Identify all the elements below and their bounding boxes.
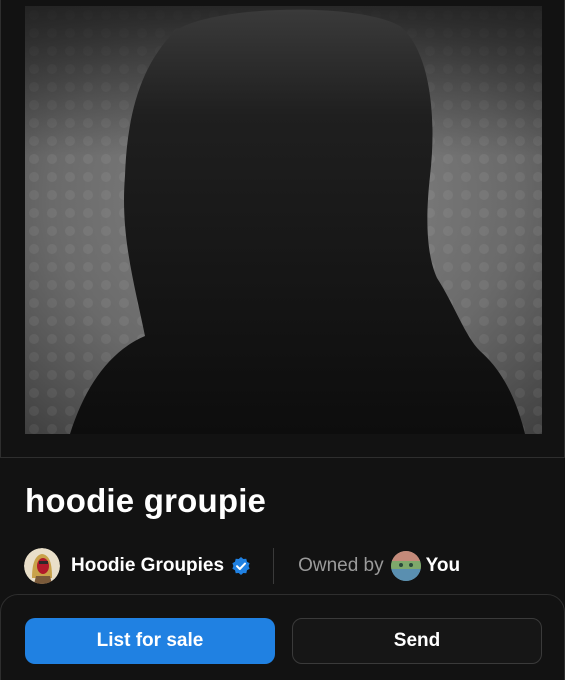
hooded-figure-silhouette-icon: [25, 6, 542, 434]
meta-divider: [273, 548, 275, 584]
owned-by-label: Owned by: [298, 555, 384, 576]
owner-name-link[interactable]: You: [426, 555, 460, 577]
collection-avatar[interactable]: [24, 548, 60, 584]
nft-detail-page: hoodie groupie Hoodie Groupies Owned by: [0, 0, 565, 680]
list-for-sale-button[interactable]: List for sale: [25, 618, 275, 664]
nft-title: hoodie groupie: [25, 482, 267, 519]
collection-name-link[interactable]: Hoodie Groupies: [71, 555, 224, 577]
nft-media-frame: [0, 0, 565, 458]
owner-avatar[interactable]: [390, 551, 421, 581]
send-button[interactable]: Send: [292, 618, 542, 664]
owner-avatar-icon: [390, 551, 421, 581]
verified-badge-icon: [232, 557, 250, 575]
collection-avatar-icon: [24, 548, 60, 584]
nft-meta-row: Hoodie Groupies Owned by You: [24, 547, 460, 585]
nft-image[interactable]: [25, 6, 542, 434]
action-panel: List for sale Send: [0, 594, 565, 680]
